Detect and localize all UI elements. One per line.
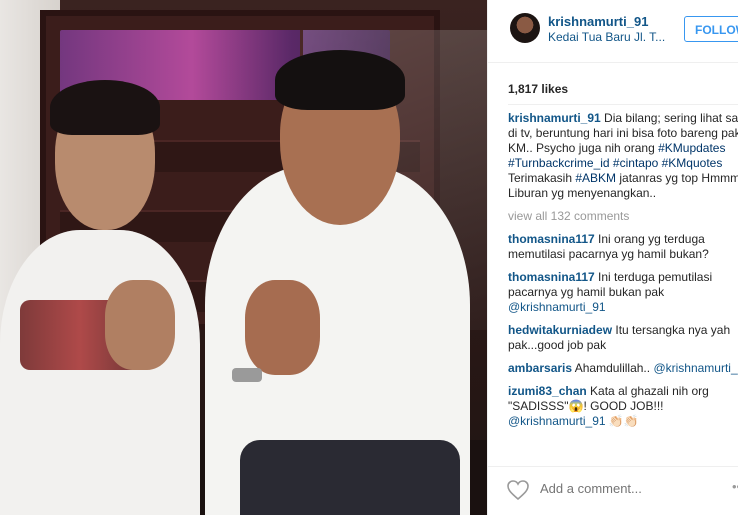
comment-mention[interactable]: @krishnamurti_91 (653, 361, 738, 375)
comment-item: thomasnina117 Ini orang yg terduga memut… (508, 232, 738, 262)
photo-man-left-shirt (0, 230, 200, 515)
photo-man-right-pants (240, 440, 460, 515)
comment-username[interactable]: hedwitakurniadew (508, 323, 612, 337)
comment-username[interactable]: ambarsaris (508, 361, 572, 375)
caption-hashtag[interactable]: #ABKM (575, 171, 616, 185)
divider (508, 104, 738, 105)
comment-item: izumi83_chan Kata al ghazali nih org "SA… (508, 384, 738, 429)
comments-list: krishnamurti_91 Dia bilang; sering lihat… (508, 111, 738, 437)
photo-man-left-hair (50, 80, 160, 135)
comment-item: hedwitakurniadew Itu tersangka nya yah p… (508, 323, 738, 353)
comment-mention[interactable]: @krishnamurti_91 👏🏻👏🏻 (508, 414, 639, 428)
comment-item: ambarsaris Ahamdulillah.. @krishnamurti_… (508, 361, 738, 376)
comment-username[interactable]: izumi83_chan (508, 384, 587, 398)
comment-mention[interactable]: @krishnamurti_91 (508, 300, 606, 314)
photo-peace-sign-left (105, 280, 175, 370)
add-comment-bar: ••• (488, 466, 738, 515)
comment-username[interactable]: thomasnina117 (508, 232, 595, 246)
more-dots-icon[interactable]: ••• (732, 479, 738, 494)
comment-text: Ahamdulillah.. (574, 361, 651, 375)
header-username[interactable]: krishnamurti_91 (548, 14, 648, 29)
comment-item: thomasnina117 Ini terduga pemutilasi pac… (508, 270, 738, 315)
post-sidebar: krishnamurti_91 Kedai Tua Baru Jl. T... … (487, 0, 738, 515)
caption-username[interactable]: krishnamurti_91 (508, 111, 601, 125)
avatar[interactable] (510, 13, 540, 43)
post-photo[interactable] (0, 0, 487, 515)
photo-peace-sign-right (245, 280, 320, 375)
likes-count[interactable]: 1,817 likes (508, 82, 568, 96)
heart-icon[interactable] (506, 479, 530, 501)
view-all-comments-link[interactable]: view all 132 comments (508, 209, 738, 224)
comment-username[interactable]: thomasnina117 (508, 270, 595, 284)
caption: krishnamurti_91 Dia bilang; sering lihat… (508, 111, 738, 201)
follow-button[interactable]: FOLLOW (684, 16, 738, 42)
header-location[interactable]: Kedai Tua Baru Jl. T... (548, 30, 665, 44)
post-header: krishnamurti_91 Kedai Tua Baru Jl. T... … (488, 0, 738, 63)
photo-man-right-hair (275, 50, 405, 110)
photo-wristwatch (232, 368, 262, 382)
add-comment-input[interactable] (540, 481, 710, 496)
caption-text: Terimakasih (508, 171, 576, 185)
